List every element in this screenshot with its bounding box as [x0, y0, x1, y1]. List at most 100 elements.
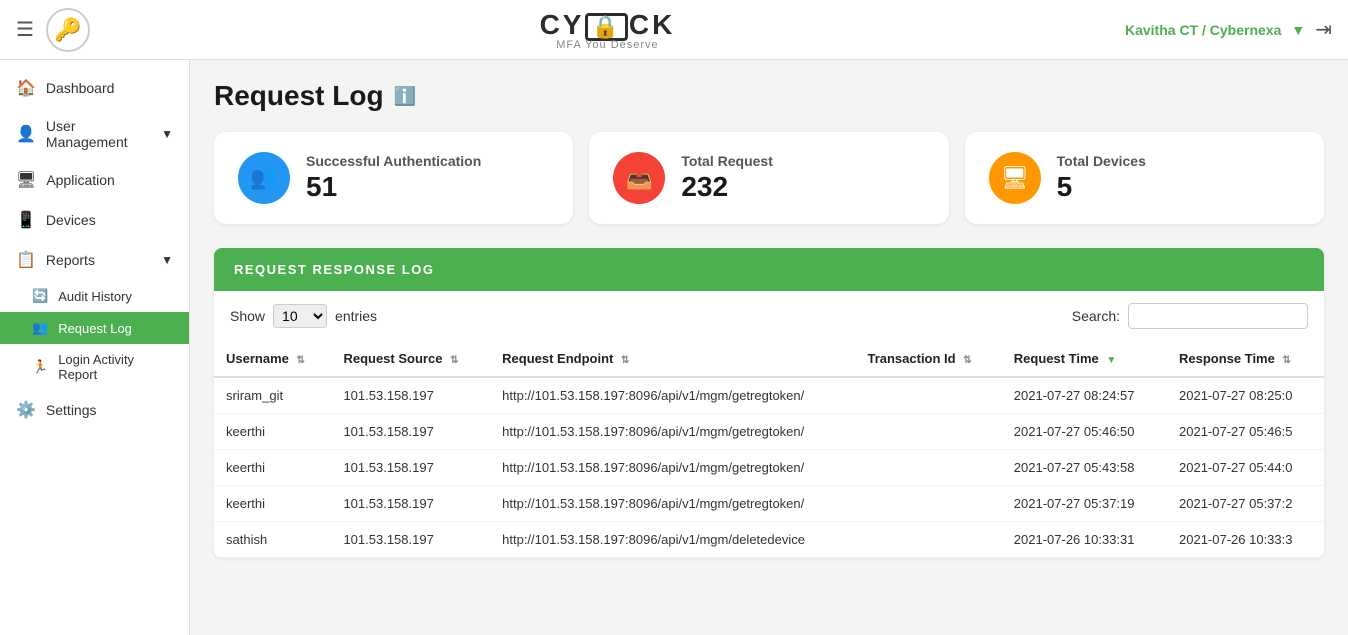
stat-label: Total Request: [681, 153, 773, 169]
cell-source: 101.53.158.197: [331, 414, 490, 450]
hamburger-icon[interactable]: ☰: [16, 17, 34, 42]
search-label: Search:: [1072, 308, 1120, 324]
stat-value: 51: [306, 171, 481, 203]
cell-response-time: 2021-07-27 08:25:0: [1167, 377, 1324, 414]
stat-card-successful-auth: 👥 Successful Authentication 51: [214, 132, 573, 224]
brand-sub: MFA You Deserve: [540, 39, 676, 51]
table-row: sathish 101.53.158.197 http://101.53.158…: [214, 522, 1324, 558]
cell-transaction-id: [855, 414, 1001, 450]
sidebar-item-audit-history[interactable]: 🔄 Audit History: [0, 280, 189, 312]
sidebar-item-user-management[interactable]: 👤 User Management ▼: [0, 108, 189, 160]
table-header-bar: REQUEST RESPONSE LOG: [214, 248, 1324, 291]
cell-request-time: 2021-07-27 05:37:19: [1002, 486, 1167, 522]
table-row: sriram_git 101.53.158.197 http://101.53.…: [214, 377, 1324, 414]
sort-icon[interactable]: ⇅: [1282, 355, 1290, 366]
logout-icon[interactable]: ⇥: [1315, 17, 1332, 42]
sidebar-item-label: Request Log: [58, 321, 132, 336]
cell-response-time: 2021-07-27 05:37:2: [1167, 486, 1324, 522]
chevron-down-icon: ▼: [161, 127, 173, 141]
header-right: Kavitha CT / Cybernexa ▼ ⇥: [1125, 17, 1332, 42]
settings-icon: ⚙️: [16, 400, 36, 420]
info-icon[interactable]: ℹ️: [394, 86, 416, 107]
cell-request-time: 2021-07-27 08:24:57: [1002, 377, 1167, 414]
stat-info: Total Request 232: [681, 153, 773, 203]
dashboard-icon: 🏠: [16, 78, 36, 98]
stat-label: Successful Authentication: [306, 153, 481, 169]
cell-request-time: 2021-07-27 05:43:58: [1002, 450, 1167, 486]
sidebar-item-label: Devices: [46, 212, 96, 228]
show-entries: Show 10 25 50 100 entries: [230, 304, 377, 328]
sidebar-item-dashboard[interactable]: 🏠 Dashboard: [0, 68, 189, 108]
layout: 🏠 Dashboard 👤 User Management ▼ 🖥 Applic…: [0, 60, 1348, 635]
table-row: keerthi 101.53.158.197 http://101.53.158…: [214, 450, 1324, 486]
top-header: ☰ 🔑 CY🔒CK MFA You Deserve Kavitha CT / C…: [0, 0, 1348, 60]
cell-response-time: 2021-07-27 05:46:5: [1167, 414, 1324, 450]
search-input[interactable]: [1128, 303, 1308, 329]
request-log-table: Username ⇅ Request Source ⇅ Request Endp…: [214, 341, 1324, 558]
cell-response-time: 2021-07-27 05:44:0: [1167, 450, 1324, 486]
sidebar-item-label: Settings: [46, 402, 97, 418]
col-response-time: Response Time ⇅: [1167, 341, 1324, 377]
sort-icon[interactable]: ⇅: [450, 355, 458, 366]
stat-value: 232: [681, 171, 773, 203]
cell-username: sathish: [214, 522, 331, 558]
sidebar-item-label: Reports: [46, 252, 95, 268]
sidebar-item-application[interactable]: 🖥 Application: [0, 160, 189, 200]
entries-label: entries: [335, 308, 377, 324]
header-left: ☰ 🔑: [16, 8, 90, 52]
sidebar-item-devices[interactable]: 📱 Devices: [0, 200, 189, 240]
cell-username: keerthi: [214, 486, 331, 522]
table-row: keerthi 101.53.158.197 http://101.53.158…: [214, 414, 1324, 450]
total-request-icon: 📤: [613, 152, 665, 204]
user-management-icon: 👤: [16, 124, 36, 144]
sidebar-item-label: Login Activity Report: [58, 352, 173, 382]
sidebar-item-label: Dashboard: [46, 80, 115, 96]
sort-icon[interactable]: ⇅: [297, 355, 305, 366]
cell-source: 101.53.158.197: [331, 486, 490, 522]
cell-transaction-id: [855, 377, 1001, 414]
sort-icon[interactable]: ⇅: [621, 355, 629, 366]
table-controls: Show 10 25 50 100 entries Search:: [214, 291, 1324, 341]
sort-icon[interactable]: ⇅: [963, 355, 971, 366]
brand-name: CY🔒CK: [540, 9, 676, 41]
cell-username: keerthi: [214, 414, 331, 450]
cell-endpoint: http://101.53.158.197:8096/api/v1/mgm/ge…: [490, 377, 855, 414]
sidebar-item-settings[interactable]: ⚙️ Settings: [0, 390, 189, 430]
cell-request-time: 2021-07-26 10:33:31: [1002, 522, 1167, 558]
cell-source: 101.53.158.197: [331, 450, 490, 486]
stat-card-total-devices: 🖥 Total Devices 5: [965, 132, 1324, 224]
stat-label: Total Devices: [1057, 153, 1146, 169]
page-title: Request Log: [214, 80, 384, 112]
entries-select[interactable]: 10 25 50 100: [273, 304, 327, 328]
search-row: Search:: [1072, 303, 1308, 329]
successful-auth-icon: 👥: [238, 152, 290, 204]
page-title-row: Request Log ℹ️: [214, 80, 1324, 112]
col-request-source: Request Source ⇅: [331, 341, 490, 377]
table-header-row: Username ⇅ Request Source ⇅ Request Endp…: [214, 341, 1324, 377]
cell-transaction-id: [855, 450, 1001, 486]
cell-transaction-id: [855, 486, 1001, 522]
cell-request-time: 2021-07-27 05:46:50: [1002, 414, 1167, 450]
cell-endpoint: http://101.53.158.197:8096/api/v1/mgm/de…: [490, 522, 855, 558]
sidebar-item-request-log[interactable]: 👥 Request Log: [0, 312, 189, 344]
sidebar-item-reports[interactable]: 📋 Reports ▼: [0, 240, 189, 280]
main-content: Request Log ℹ️ 👥 Successful Authenticati…: [190, 60, 1348, 635]
reports-icon: 📋: [16, 250, 36, 270]
stat-info: Total Devices 5: [1057, 153, 1146, 203]
devices-icon: 📱: [16, 210, 36, 230]
chevron-down-icon: ▼: [161, 253, 173, 267]
cell-username: keerthi: [214, 450, 331, 486]
sidebar-item-login-activity[interactable]: 🏃 Login Activity Report: [0, 344, 189, 390]
user-info[interactable]: Kavitha CT / Cybernexa: [1125, 22, 1281, 38]
stat-cards: 👥 Successful Authentication 51 📤 Total R…: [214, 132, 1324, 224]
stat-value: 5: [1057, 171, 1146, 203]
cell-response-time: 2021-07-26 10:33:3: [1167, 522, 1324, 558]
cell-endpoint: http://101.53.158.197:8096/api/v1/mgm/ge…: [490, 414, 855, 450]
cell-transaction-id: [855, 522, 1001, 558]
chevron-down-icon: ▼: [1291, 22, 1305, 38]
cell-endpoint: http://101.53.158.197:8096/api/v1/mgm/ge…: [490, 486, 855, 522]
sidebar-item-label: Audit History: [58, 289, 132, 304]
sort-icon[interactable]: ▼: [1106, 355, 1116, 366]
cell-endpoint: http://101.53.158.197:8096/api/v1/mgm/ge…: [490, 450, 855, 486]
show-label: Show: [230, 308, 265, 324]
